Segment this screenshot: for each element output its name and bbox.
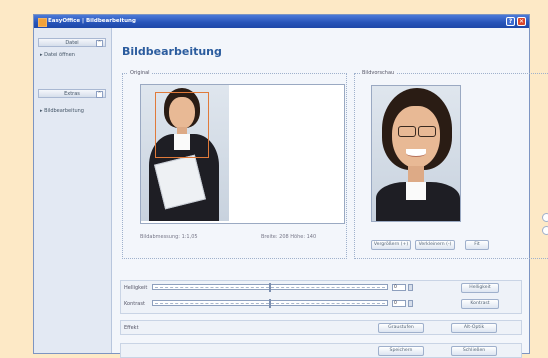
sidebar-item-datei-oeffnen[interactable]: ▸ Datei öffnen (40, 52, 75, 58)
photo-face (392, 106, 440, 168)
brightness-spinner-icon[interactable] (408, 284, 413, 291)
slider-thumb[interactable] (269, 283, 271, 292)
help-button[interactable]: ? (506, 17, 515, 26)
photo-smile (406, 149, 426, 157)
brightness-slider[interactable] (152, 283, 388, 292)
sidebar-section-label: Extras (64, 91, 80, 97)
photo-glasses-left (398, 126, 416, 137)
image-ratio-text: Bildabmessung: 1:1,05 (140, 234, 198, 240)
preview-photo (371, 85, 461, 222)
effects-label: Effekt (124, 325, 139, 331)
scroll-up-icon[interactable] (542, 213, 548, 222)
zoom-in-button[interactable]: Vergrößern (+) (371, 240, 411, 250)
photo-shirt (406, 182, 426, 200)
chevron-up-icon[interactable]: ⌃ (96, 91, 103, 98)
effects-panel: Effekt Graustufen Alt-Optik (120, 320, 522, 335)
sidebar-item-label: Bildbearbeitung (44, 108, 84, 114)
photo-glasses-right (418, 126, 436, 137)
vintage-button[interactable]: Alt-Optik (451, 323, 497, 333)
app-icon (38, 18, 47, 27)
contrast-spinner-icon[interactable] (408, 300, 413, 307)
brightness-apply-button[interactable]: Helligkeit (461, 283, 499, 293)
original-legend: Original (128, 70, 152, 76)
page-title: Bildbearbeitung (122, 45, 222, 58)
sidebar-section-extras[interactable]: Extras ⌃ (38, 89, 106, 98)
window-title: EasyOffice | Bildbearbeitung (48, 18, 136, 24)
save-button[interactable]: Speichern (378, 346, 424, 356)
scroll-down-icon[interactable] (542, 226, 548, 235)
original-canvas[interactable] (140, 84, 345, 224)
crop-selection-rectangle[interactable] (155, 92, 209, 158)
sidebar-item-label: Datei öffnen (44, 52, 75, 58)
slider-thumb[interactable] (269, 299, 271, 308)
grayscale-button[interactable]: Graustufen (378, 323, 424, 333)
zoom-out-button[interactable]: Verkleinern (-) (415, 240, 455, 250)
contrast-slider[interactable] (152, 299, 388, 308)
contrast-value-input[interactable]: 0 (392, 300, 406, 307)
sidebar-section-label: Datei (65, 40, 79, 46)
adjustments-panel: Helligkeit 0 Helligkeit Kontrast 0 Kontr… (120, 280, 522, 314)
brightness-label: Helligkeit (124, 285, 148, 291)
close-window-button[interactable]: ✕ (517, 17, 526, 26)
original-panel: Original Bildabmessung: 1:1,05 Breite: 2… (122, 70, 347, 259)
title-bar[interactable]: EasyOffice | Bildbearbeitung ? ✕ (34, 15, 529, 28)
footer-bar: Speichern Schließen (120, 343, 522, 358)
contrast-apply-button[interactable]: Kontrast (461, 299, 499, 309)
sidebar-section-datei[interactable]: Datei ⌃ (38, 38, 106, 47)
main-content: Bildbearbeitung Original Bildabmessung: … (112, 28, 548, 358)
image-size-text: Breite: 208 Höhe: 140 (261, 234, 317, 240)
preview-legend: Bildvorschau (360, 70, 397, 76)
app-window: EasyOffice | Bildbearbeitung ? ✕ Datei ⌃… (33, 14, 548, 358)
brightness-value-input[interactable]: 0 (392, 284, 406, 291)
chevron-up-icon[interactable]: ⌃ (96, 40, 103, 47)
fit-button[interactable]: Fit (465, 240, 489, 250)
contrast-label: Kontrast (124, 301, 145, 307)
sidebar-item-bildbearbeitung[interactable]: ▸ Bildbearbeitung (40, 108, 84, 114)
sidebar: Datei ⌃ ▸ Datei öffnen Extras ⌃ ▸ Bildbe… (34, 28, 112, 353)
preview-panel: Bildvorschau Vergrößern (+) Verkleinern … (354, 70, 548, 259)
close-button[interactable]: Schließen (451, 346, 497, 356)
